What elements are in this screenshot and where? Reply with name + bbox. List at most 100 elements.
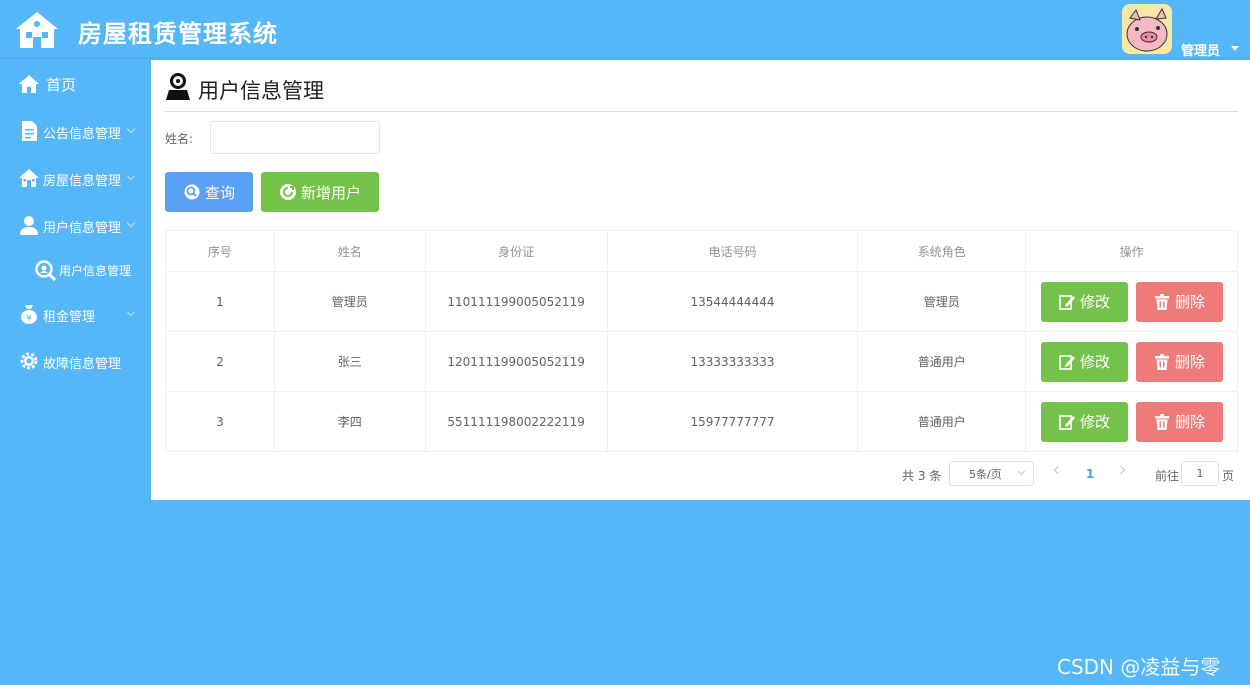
trash-icon: [1155, 353, 1170, 370]
next-page-icon[interactable]: [1116, 465, 1126, 475]
search-user-icon: [35, 260, 56, 281]
sidebar-subitem-user-info[interactable]: 用户信息管理: [0, 250, 151, 290]
cell-id-card: 110111199005052119: [424, 271, 608, 332]
add-circle-icon: [279, 184, 296, 200]
pig-avatar-icon: [1122, 4, 1172, 54]
delete-button[interactable]: 删除: [1135, 341, 1223, 382]
sidebar-item-house[interactable]: 房屋信息管理: [0, 158, 151, 198]
column-header-phone: 电话号码: [606, 230, 859, 272]
cell-phone: 13333333333: [606, 331, 859, 392]
edit-button[interactable]: 修改: [1040, 281, 1128, 322]
cell-index: 3: [165, 391, 275, 452]
sidebar-item-notice[interactable]: 公告信息管理: [0, 111, 151, 151]
title-divider: [165, 111, 1238, 112]
cell-name: 李四: [273, 391, 426, 452]
add-user-button-label: 新增用户: [300, 184, 361, 202]
sidebar-item-fault[interactable]: 故障信息管理: [0, 341, 151, 381]
cell-actions: 修改 删除: [1025, 391, 1238, 452]
edit-button[interactable]: 修改: [1040, 341, 1128, 382]
user-table: 序号 姓名 身份证 电话号码 系统角色 操作 1 管理员 11011119900…: [165, 230, 1238, 452]
delete-button-label: 删除: [1175, 353, 1206, 371]
money-bag-icon: ¥: [21, 305, 37, 324]
column-header-actions: 操作: [1025, 230, 1238, 272]
sidebar-item-label: 用户信息管理: [43, 221, 122, 236]
cell-role: 普通用户: [857, 391, 1027, 452]
edit-button-label: 修改: [1080, 353, 1111, 371]
avatar[interactable]: [1122, 4, 1172, 54]
cell-phone: 15977777777: [606, 391, 859, 452]
table-row: 3 李四 551111198002222119 15977777777 普通用户…: [165, 391, 1238, 452]
pagination-total: 共 3 条: [902, 469, 942, 483]
main-panel: 用户信息管理 姓名: 查询 新增用户 序号 姓名 身份证 电话号码 系统角色 操…: [151, 60, 1250, 500]
column-header-name: 姓名: [273, 230, 426, 272]
delete-button-label: 删除: [1175, 293, 1206, 311]
cell-role: 管理员: [857, 271, 1027, 332]
table-header-row: 序号 姓名 身份证 电话号码 系统角色 操作: [165, 230, 1238, 272]
delete-button[interactable]: 删除: [1135, 281, 1223, 322]
user-icon: [20, 216, 38, 235]
goto-label: 前往: [1155, 469, 1180, 483]
page-title: 用户信息管理: [198, 79, 324, 103]
sidebar-item-label: 租金管理: [43, 310, 96, 325]
chevron-down-icon: [126, 124, 136, 134]
prev-page-icon[interactable]: [1053, 465, 1063, 475]
sidebar: 首页 公告信息管理 房屋信息管理 用户信息管理 用户信息管理 ¥ 租金管理 故障…: [0, 60, 151, 685]
cell-name: 管理员: [273, 271, 426, 332]
goto-page-input[interactable]: [1181, 461, 1219, 486]
query-button-label: 查询: [204, 184, 235, 202]
query-button[interactable]: 查询: [165, 172, 253, 212]
watermark: CSDN @凌益与零: [1057, 655, 1221, 679]
page-size-select[interactable]: 5条/页: [949, 461, 1034, 486]
column-header-index: 序号: [165, 230, 275, 272]
delete-button-label: 删除: [1175, 413, 1206, 431]
edit-button-label: 修改: [1080, 293, 1111, 311]
table-row: 1 管理员 110111199005052119 13544444444 管理员…: [165, 271, 1238, 332]
house-icon: [19, 169, 39, 187]
cell-name: 张三: [273, 331, 426, 392]
edit-button-label: 修改: [1080, 413, 1111, 431]
cell-id-card: 551111198002222119: [424, 391, 608, 452]
search-label: 姓名:: [165, 132, 194, 146]
sidebar-item-label: 首页: [46, 76, 77, 94]
user-name[interactable]: 管理员: [1181, 40, 1220, 59]
app-title: 房屋租赁管理系统: [78, 20, 278, 48]
sidebar-item-label: 故障信息管理: [43, 357, 122, 372]
trash-icon: [1155, 413, 1170, 430]
add-user-button[interactable]: 新增用户: [261, 172, 379, 212]
cell-role: 普通用户: [857, 331, 1027, 392]
page-size-value: 5条/页: [969, 467, 1002, 481]
cell-phone: 13544444444: [606, 271, 859, 332]
gear-icon: [20, 352, 38, 370]
sidebar-item-label: 房屋信息管理: [43, 174, 122, 189]
search-icon: [184, 184, 200, 200]
edit-button[interactable]: 修改: [1040, 401, 1128, 442]
home-icon: [19, 75, 39, 93]
document-icon: [22, 121, 37, 141]
cell-actions: 修改 删除: [1025, 331, 1238, 392]
trash-icon: [1155, 293, 1170, 310]
name-search-input[interactable]: [210, 121, 380, 154]
top-header: 房屋租赁管理系统 管理员: [0, 0, 1250, 59]
page-suffix-label: 页: [1222, 469, 1235, 483]
edit-icon: [1059, 294, 1076, 310]
chevron-down-icon: [126, 218, 136, 228]
cell-index: 1: [165, 271, 275, 332]
edit-icon: [1059, 414, 1076, 430]
chevron-down-icon: [1017, 467, 1026, 476]
chevron-down-icon: [126, 307, 136, 317]
cell-index: 2: [165, 331, 275, 392]
current-page[interactable]: 1: [1086, 467, 1094, 481]
sidebar-item-label: 公告信息管理: [43, 127, 122, 142]
svg-text:¥: ¥: [26, 314, 32, 324]
delete-button[interactable]: 删除: [1135, 401, 1223, 442]
sidebar-item-rent[interactable]: ¥ 租金管理: [0, 294, 151, 334]
sidebar-item-home[interactable]: 首页: [0, 64, 151, 104]
user-icon: [166, 73, 190, 100]
table-row: 2 张三 120111199005052119 13333333333 普通用户…: [165, 331, 1238, 392]
chevron-down-icon[interactable]: [1231, 46, 1239, 51]
cell-id-card: 120111199005052119: [424, 331, 608, 392]
sidebar-item-label: 用户信息管理: [59, 264, 132, 278]
sidebar-item-users[interactable]: 用户信息管理: [0, 205, 151, 245]
column-header-role: 系统角色: [857, 230, 1027, 272]
column-header-id-card: 身份证: [424, 230, 608, 272]
